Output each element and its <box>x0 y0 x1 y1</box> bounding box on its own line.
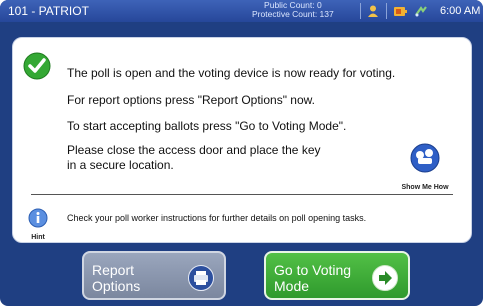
hint-label: Hint <box>31 234 45 241</box>
key-instruction-line2: in a secure location. <box>67 158 174 172</box>
printer-icon <box>188 265 214 291</box>
voting-mode-label: Go to Voting Mode <box>274 262 351 294</box>
hint-button[interactable]: Hint <box>27 208 49 241</box>
show-me-how-button[interactable]: Show Me How <box>397 143 453 191</box>
status-divider <box>360 3 361 19</box>
status-divider <box>386 3 387 19</box>
report-options-label-line1: Report <box>92 262 135 278</box>
go-to-voting-mode-button[interactable]: Go to Voting Mode <box>264 251 410 300</box>
ballot-counts: Public Count: 0 Protective Count: 137 <box>252 1 334 19</box>
hint-text: Check your poll worker instructions for … <box>67 213 367 223</box>
battery-icon <box>394 7 407 16</box>
report-options-button[interactable]: Report Options <box>82 251 226 300</box>
voting-instruction: To start accepting ballots press "Go to … <box>67 119 347 133</box>
divider <box>31 194 453 195</box>
message-panel: The poll is open and the voting device i… <box>12 37 472 243</box>
protective-count: Protective Count: 137 <box>252 9 334 19</box>
status-message: The poll is open and the voting device i… <box>67 66 396 80</box>
device-title: 101 - PATRIOT <box>8 4 89 18</box>
arrow-right-icon <box>372 265 398 291</box>
report-instruction: For report options press "Report Options… <box>67 93 315 107</box>
status-bar: 101 - PATRIOT Public Count: 0 Protective… <box>0 0 483 22</box>
report-options-label: Report Options <box>92 262 140 294</box>
report-options-label-line2: Options <box>92 278 141 294</box>
voting-mode-label-line1: Go to Voting <box>274 262 352 278</box>
voting-mode-label-line2: Mode <box>274 278 310 294</box>
key-instruction-line1: Please close the access door and place t… <box>67 143 321 157</box>
show-me-how-label: Show Me How <box>401 184 449 191</box>
power-icon <box>415 6 427 17</box>
poll-open-screen: 101 - PATRIOT Public Count: 0 Protective… <box>0 0 483 306</box>
user-icon <box>368 5 378 17</box>
checkmark-icon <box>23 52 51 80</box>
clock: 6:00 AM <box>440 5 481 17</box>
show-me-how-icon <box>410 143 440 173</box>
hint-info-icon <box>28 208 48 228</box>
